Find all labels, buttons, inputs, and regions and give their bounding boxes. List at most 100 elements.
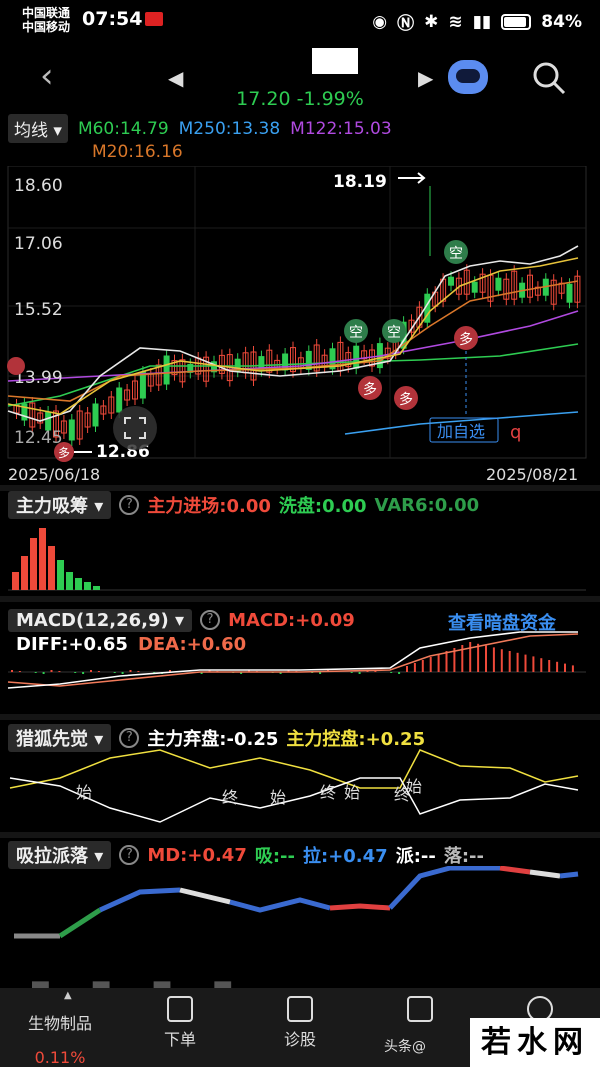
kong-signal-3: 空 bbox=[444, 240, 468, 264]
order-label: 下单 bbox=[163, 1030, 196, 1049]
candle-body bbox=[495, 277, 502, 291]
diagnose-button[interactable]: 诊股 bbox=[240, 988, 360, 1067]
candlesticks bbox=[13, 186, 581, 446]
diagnose-label: 诊股 bbox=[283, 1030, 316, 1049]
panel1-bar bbox=[57, 560, 64, 590]
duo-signal-edge-icon bbox=[7, 357, 25, 375]
help-icon[interactable]: ? bbox=[119, 495, 140, 515]
price-change: 17.20 -1.99% bbox=[236, 88, 364, 110]
carrier-labels: 中国联通 中国移动 bbox=[22, 6, 70, 34]
candle-body bbox=[139, 371, 146, 399]
q-mark: q bbox=[510, 422, 521, 443]
panel1-selector[interactable]: 主力吸筹 ▾ bbox=[8, 491, 112, 519]
tab-fragment[interactable]: ▬ bbox=[91, 972, 112, 988]
stock-name-redacted bbox=[312, 48, 358, 74]
kong-signal-1: 空 bbox=[344, 319, 368, 343]
date-start: 2025/06/18 bbox=[8, 465, 100, 484]
panel1-name: 主力吸筹 bbox=[16, 496, 88, 517]
minus-box-icon bbox=[407, 996, 433, 1022]
ma-m20: M20:16.16 bbox=[92, 142, 183, 162]
panel1-v2: 洗盘:0.00 bbox=[278, 496, 367, 517]
candle-body bbox=[68, 419, 75, 441]
svg-text:多: 多 bbox=[363, 381, 377, 398]
panel1-header: 主力吸筹 ▾ ? 主力进场:0.00 洗盘:0.00 VAR6:0.00 bbox=[8, 490, 479, 520]
next-stock-button[interactable]: ▶ bbox=[418, 66, 433, 90]
app-notification-icon bbox=[145, 12, 163, 26]
ma-m60: M60:14.79 bbox=[77, 118, 169, 139]
svg-text:多: 多 bbox=[399, 391, 413, 408]
divider bbox=[0, 714, 600, 720]
tab-fragment[interactable]: ▬ bbox=[30, 972, 51, 988]
fullscreen-button[interactable] bbox=[113, 406, 157, 450]
tab-fragment[interactable]: ▬ bbox=[212, 972, 233, 988]
sector-name: 生物制品 bbox=[27, 1014, 92, 1033]
watermark-source: 头条@ bbox=[384, 1039, 426, 1055]
panel1-bar bbox=[12, 572, 19, 590]
high-price-label: 18.19 bbox=[333, 172, 387, 192]
panel4-md: MD:+0.47 bbox=[147, 844, 247, 866]
eye-icon: ◉ bbox=[372, 11, 388, 32]
search-icon[interactable] bbox=[531, 60, 567, 96]
axis-label-5: 12.45 bbox=[14, 428, 63, 448]
panel4-name: 吸拉派落 bbox=[16, 846, 88, 867]
add-watch-button[interactable]: 加自选 bbox=[429, 417, 499, 443]
order-button[interactable]: 下单 bbox=[120, 988, 240, 1067]
kong-signal-2: 空 bbox=[382, 319, 406, 343]
bluetooth-icon: ✱ bbox=[424, 11, 439, 32]
divider bbox=[0, 832, 600, 838]
svg-text:空: 空 bbox=[449, 246, 463, 262]
duo-signal-4: 多 bbox=[54, 442, 74, 462]
battery-level: 84% bbox=[541, 11, 582, 32]
sector-button[interactable]: ▲ 生物制品 0.11% bbox=[0, 988, 120, 1067]
panel4-selector[interactable]: 吸拉派落 ▾ bbox=[8, 841, 112, 869]
robot-assistant-icon[interactable] bbox=[448, 60, 488, 94]
carrier-2: 中国移动 bbox=[22, 20, 71, 34]
fox-mark-7: 始 bbox=[406, 777, 422, 796]
prev-stock-button[interactable]: ◀ bbox=[168, 66, 183, 90]
axis-label-1: 18.60 bbox=[14, 176, 63, 196]
help-icon[interactable]: ? bbox=[119, 728, 140, 748]
candle-body bbox=[471, 281, 478, 293]
clock: 07:54 bbox=[82, 8, 143, 30]
axis-label-2: 17.06 bbox=[14, 234, 63, 254]
panel2-selector[interactable]: MACD(12,26,9) ▾ bbox=[8, 608, 193, 632]
tab-fragment[interactable]: ▬ bbox=[152, 972, 173, 988]
duo-signal-3: 多 bbox=[454, 326, 478, 350]
panel1-bar bbox=[84, 582, 91, 590]
up-arrow-icon: ▲ bbox=[64, 990, 72, 1001]
panel4-pai: 派:-- bbox=[395, 846, 436, 867]
panel3-name: 猎狐先觉 bbox=[16, 729, 88, 750]
fox-mark-3: 始 bbox=[270, 788, 286, 807]
diagnose-icon bbox=[287, 996, 313, 1022]
candle-body bbox=[353, 345, 360, 369]
bottom-tabs-partial: ▬ ▬ ▬ ▬ bbox=[0, 972, 600, 988]
panel2-macd: MACD:+0.09 bbox=[228, 609, 355, 631]
ma-selector-label: 均线 bbox=[14, 121, 48, 141]
panel1-v3: VAR6:0.00 bbox=[374, 494, 480, 516]
panel1-bar bbox=[39, 528, 46, 590]
svg-text:多: 多 bbox=[459, 331, 473, 348]
ma-m122: M122:15.03 bbox=[290, 118, 392, 139]
help-icon[interactable]: ? bbox=[200, 610, 221, 630]
kline-chart[interactable]: 18.60 17.06 15.52 13.99 12.45 18.19 12.8… bbox=[0, 166, 600, 488]
fox-mark-5: 始 bbox=[344, 783, 360, 802]
ma-selector[interactable]: 均线 ▾ bbox=[8, 114, 68, 143]
nfc-icon: Ⓝ bbox=[397, 14, 415, 34]
panel1-bar bbox=[48, 546, 55, 590]
fox-mark-4: 终 bbox=[320, 783, 336, 802]
sector-change: 0.11% bbox=[34, 1048, 86, 1067]
panel1-chart bbox=[8, 528, 586, 591]
panel1-bar bbox=[75, 578, 82, 590]
order-icon bbox=[167, 996, 193, 1022]
status-bar: 中国联通 中国移动 07:54 ◉ Ⓝ ✱ ≋ ▮▮ 84% bbox=[0, 0, 600, 42]
panel1-bar bbox=[93, 586, 100, 590]
battery-icon bbox=[501, 13, 532, 30]
axis-label-3: 15.52 bbox=[14, 300, 63, 320]
duo-signal-2: 多 bbox=[394, 386, 418, 410]
panel4-luo: 落:-- bbox=[443, 846, 484, 867]
stock-header: ‹ ◀ ▶ 17.20 -1.99% bbox=[0, 42, 600, 114]
candle-body bbox=[566, 283, 573, 303]
panel1-bar bbox=[66, 572, 73, 590]
svg-text:多: 多 bbox=[58, 446, 70, 460]
help-icon[interactable]: ? bbox=[119, 845, 140, 865]
